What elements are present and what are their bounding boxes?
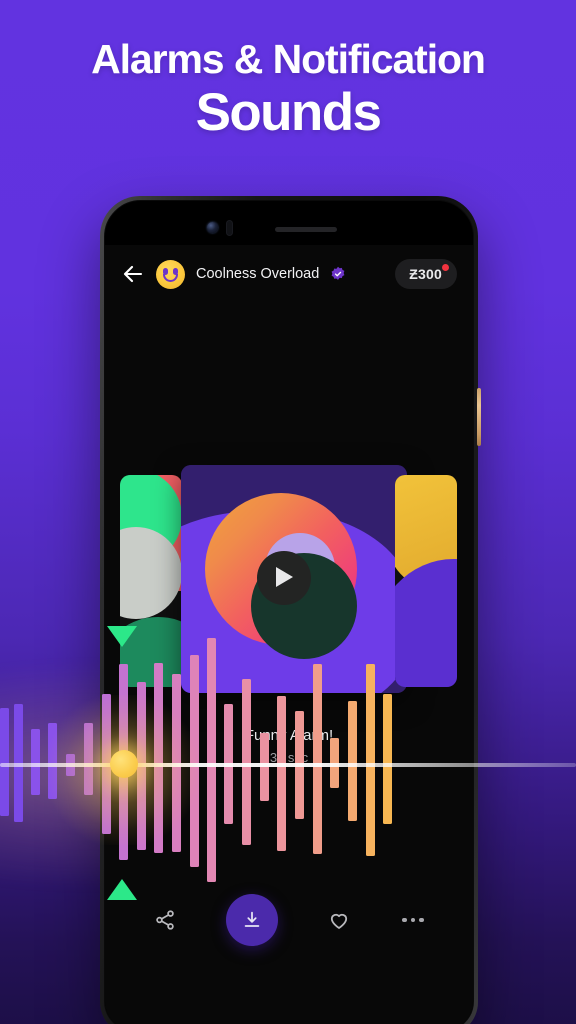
track-info: Funny Alarm! 30 sec [105,727,473,765]
app-screen: Coolness Overload Ƶ300 Funny Alarm! 30 s… [105,245,473,1024]
proximity-sensor-icon [226,220,233,236]
coin-balance-label: Ƶ300 [409,266,442,282]
author-name[interactable]: Coolness Overload [196,266,319,282]
more-horizontal-icon[interactable] [400,907,426,933]
earpiece-speaker [275,227,337,232]
carousel-artwork-current [181,465,407,693]
avatar-mouth [163,273,178,282]
more-dot [419,917,424,923]
play-icon[interactable] [276,567,293,587]
phone-notch-area [105,201,473,245]
share-icon[interactable] [152,907,178,933]
phone-power-button[interactable] [477,388,481,446]
page-title: Alarms & Notification Sounds [0,36,576,143]
coin-balance-pill[interactable]: Ƶ300 [395,259,457,289]
carousel-artwork-previous [120,475,182,687]
download-icon [244,911,260,927]
carousel-card-next[interactable] [395,475,457,687]
more-dot [410,917,416,923]
front-camera-icon [207,222,218,233]
verified-badge-icon [330,266,346,282]
artwork-shape-teal [120,617,182,687]
back-arrow-icon[interactable] [121,262,145,286]
phone-screen-bezel: Coolness Overload Ƶ300 Funny Alarm! 30 s… [104,200,474,1024]
artwork-shape-violet [395,559,457,687]
notification-dot-badge [442,264,449,271]
headline-line-1: Alarms & Notification [91,36,486,82]
track-duration: 30 sec [269,750,309,765]
more-dot [402,917,407,923]
smiley-face-avatar[interactable] [156,259,185,289]
app-header-bar: Coolness Overload Ƶ300 [105,245,473,303]
carousel-card-current[interactable] [181,465,407,693]
carousel-card-previous[interactable] [120,475,182,687]
carousel-artwork-next [395,475,457,687]
track-title: Funny Alarm! [244,727,334,744]
headline-line-2: Sounds [195,83,382,143]
download-button[interactable] [226,894,278,946]
sound-carousel [105,455,473,710]
action-bar [105,887,473,953]
phone-mockup: Coolness Overload Ƶ300 Funny Alarm! 30 s… [100,196,481,1024]
heart-icon[interactable] [326,907,352,933]
